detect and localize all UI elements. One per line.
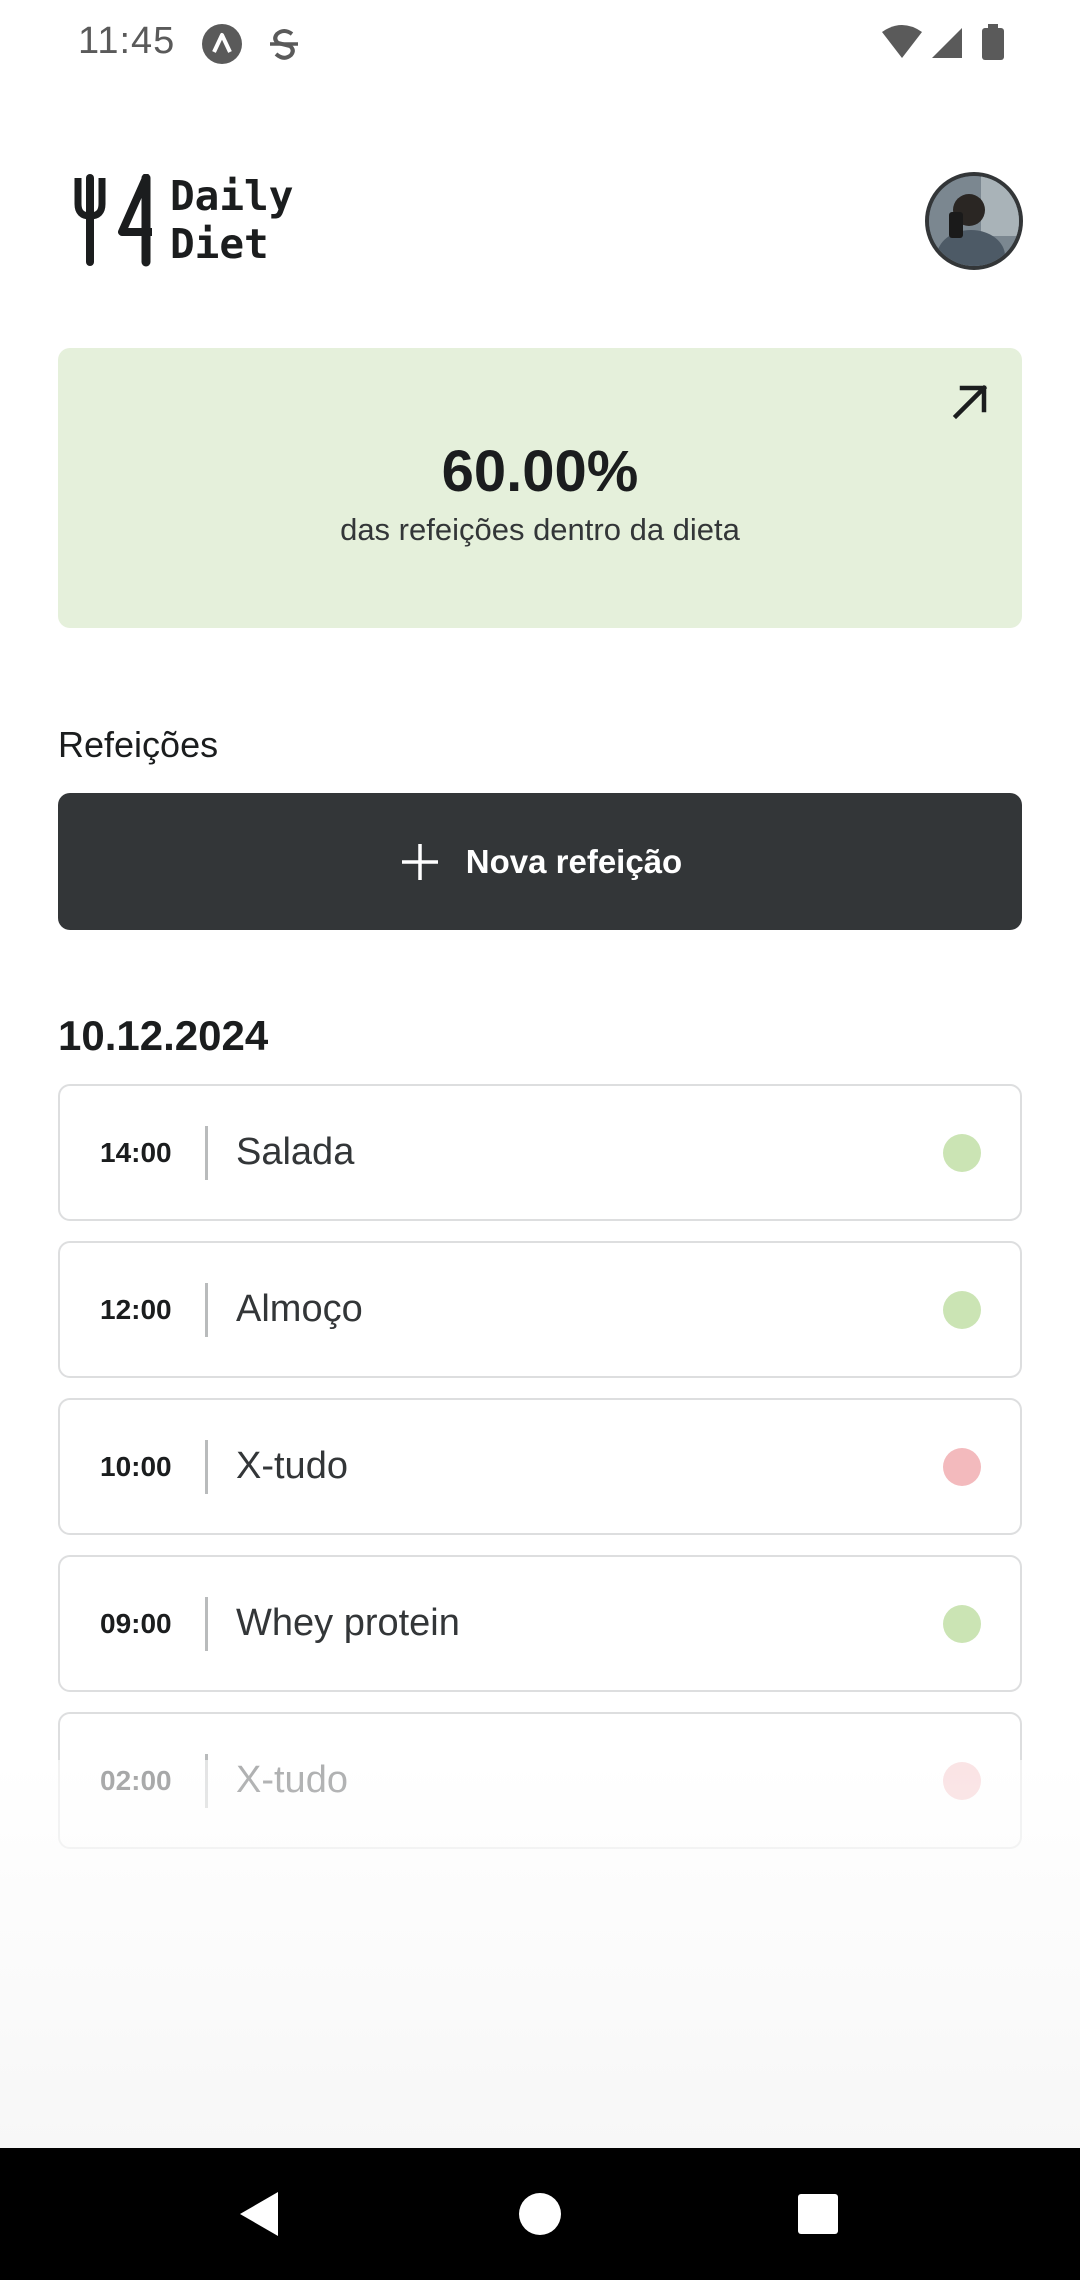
logo-line-2: Diet xyxy=(170,220,269,268)
meal-name: Almoço xyxy=(236,1288,363,1330)
meal-item[interactable]: 14:00 Salada xyxy=(58,1084,1022,1221)
meal-item[interactable]: 09:00 Whey protein xyxy=(58,1555,1022,1692)
meal-date-heading: 10.12.2024 xyxy=(58,1012,269,1059)
new-meal-button-label: Nova refeição xyxy=(465,842,683,880)
diet-status-dot xyxy=(943,1134,981,1172)
wifi-icon xyxy=(882,25,922,58)
back-icon[interactable] xyxy=(228,2182,292,2246)
meal-name: Salada xyxy=(236,1131,355,1173)
meal-divider xyxy=(205,1126,208,1180)
meal-time: 10:00 xyxy=(100,1451,172,1482)
list-fade-overlay xyxy=(0,1760,1080,2148)
meal-item[interactable]: 12:00 Almoço xyxy=(58,1241,1022,1378)
meal-item[interactable]: 10:00 X-tudo xyxy=(58,1398,1022,1535)
diet-stats-card[interactable]: 60.00% das refeições dentro da dieta xyxy=(58,348,1022,628)
arrow-up-right-icon[interactable] xyxy=(948,380,992,424)
sync-notification-icon xyxy=(270,29,298,60)
status-bar: 11:45 xyxy=(0,0,1080,88)
new-meal-button[interactable]: Nova refeição xyxy=(58,793,1022,930)
diet-percentage: 60.00% xyxy=(441,439,639,504)
meals-section-title: Refeições xyxy=(58,724,219,765)
diet-status-dot xyxy=(943,1291,981,1329)
home-icon[interactable] xyxy=(508,2182,572,2246)
meal-time: 12:00 xyxy=(100,1294,172,1325)
avatar-photo xyxy=(929,176,1019,266)
meal-time: 09:00 xyxy=(100,1608,172,1639)
meal-divider xyxy=(205,1440,208,1494)
diet-status-dot xyxy=(943,1448,981,1486)
battery-icon xyxy=(982,28,1004,60)
recents-icon[interactable] xyxy=(786,2182,850,2246)
meal-divider xyxy=(205,1597,208,1651)
signal-icon xyxy=(932,28,962,58)
user-avatar[interactable] xyxy=(925,172,1023,270)
meal-time: 14:00 xyxy=(100,1137,172,1168)
system-status-icons xyxy=(882,24,1004,60)
meal-divider xyxy=(205,1283,208,1337)
status-time: 11:45 xyxy=(78,20,176,62)
app-logo-text: Daily Diet xyxy=(170,172,293,268)
logo-line-1: Daily xyxy=(170,172,294,220)
system-navigation-bar xyxy=(0,2148,1080,2280)
diet-percentage-description: das refeições dentro da dieta xyxy=(340,512,740,547)
meal-list: 14:00 Salada 12:00 Almoço 10:00 X-tudo 0… xyxy=(58,1084,1022,1869)
plus-icon xyxy=(401,843,438,880)
app-notification-icon xyxy=(202,24,242,64)
meal-name: X-tudo xyxy=(236,1445,348,1487)
diet-status-dot xyxy=(943,1605,981,1643)
meal-name: Whey protein xyxy=(236,1602,460,1644)
